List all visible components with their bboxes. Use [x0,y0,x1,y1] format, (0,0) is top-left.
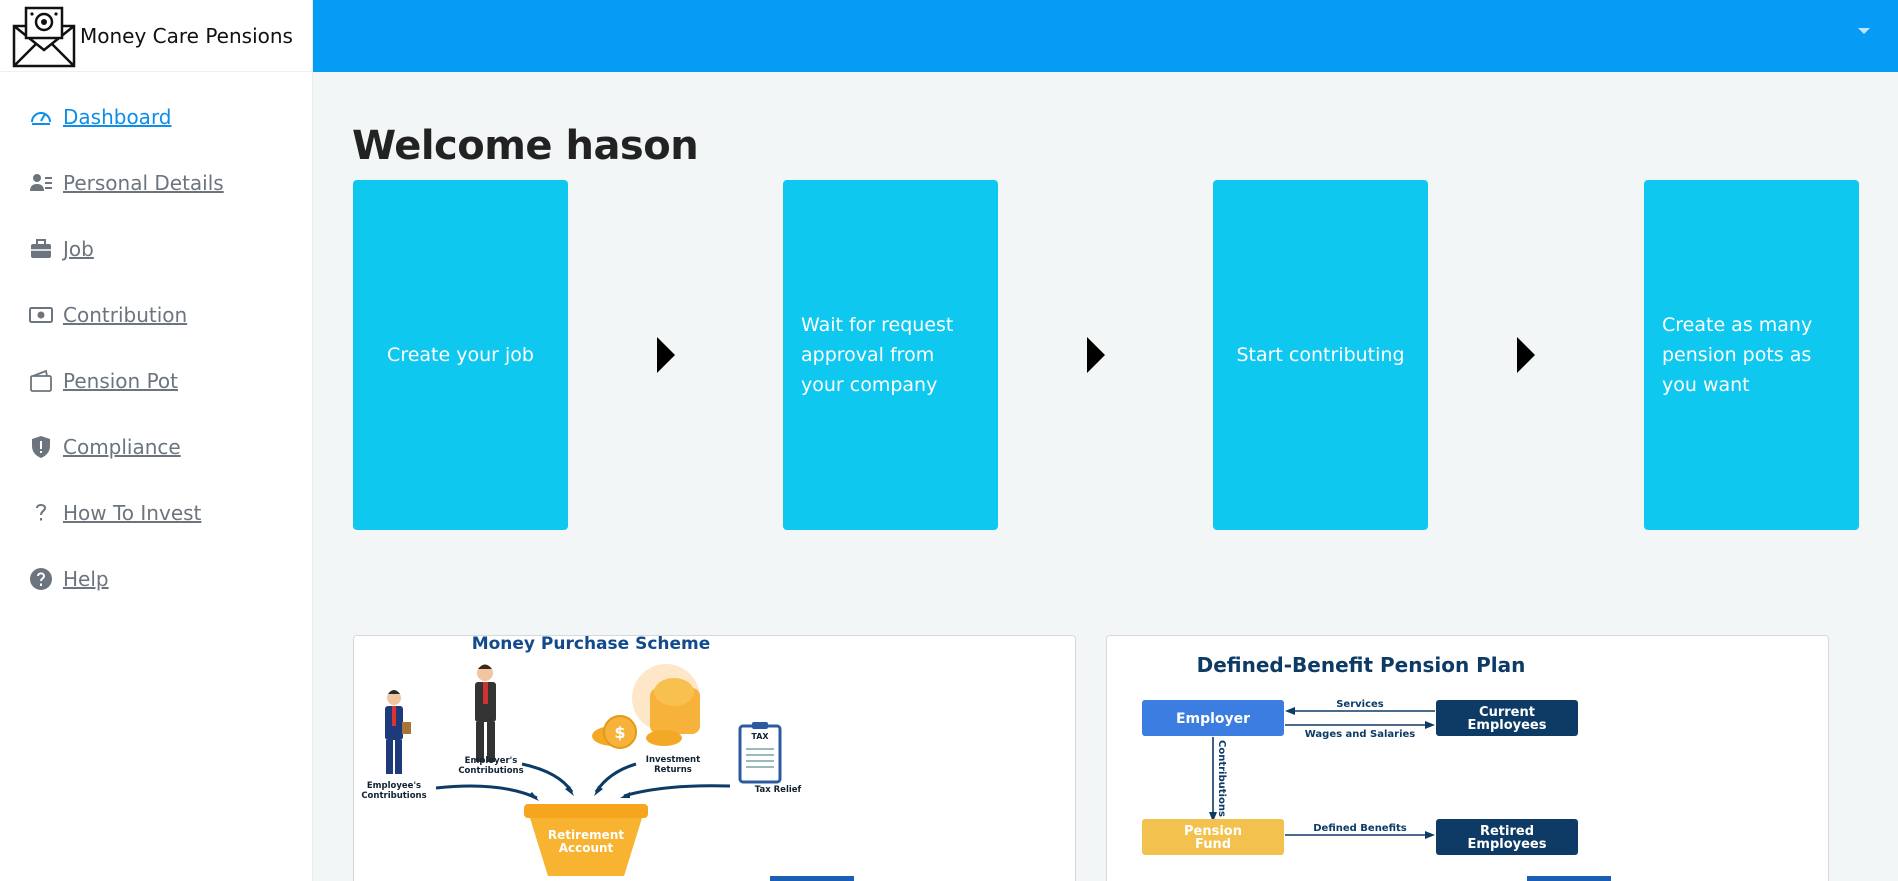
sidebar: Money Care Pensions Dashboard Personal D… [0,0,313,881]
tax-clipboard-icon [738,722,782,784]
step-arrow-icon [657,337,675,373]
diagram-title: Money Purchase Scheme [472,636,711,654]
briefcase-icon [29,237,53,261]
step-text: Create your job [387,344,534,366]
step-arrow-icon [1087,337,1105,373]
dashboard-icon [29,105,53,129]
sidebar-item-job[interactable]: Job [0,216,312,282]
sidebar-item-contribution[interactable]: Contribution [0,282,312,348]
employee-contrib-line2: Contributions [361,791,426,801]
step-arrow-icon [1517,337,1535,373]
tax-label: TAX [751,732,769,741]
retirement-line2: Account [559,841,614,855]
user-menu-caret-icon[interactable] [1858,28,1870,34]
defined-benefits-label: Defined Benefits [1313,823,1407,834]
retirement-line1: Retirement [548,828,624,842]
sidebar-item-label: Pension Pot [63,369,178,393]
investment-line2: Returns [654,765,692,775]
employee-contrib-line1: Employee's [367,781,421,791]
help-circle-icon [29,567,53,591]
sidebar-item-dashboard[interactable]: Dashboard [0,84,312,150]
pension-fund-line2: Fund [1195,837,1231,852]
current-employees-line2: Employees [1468,718,1547,733]
page-title: Welcome hason [352,123,699,169]
sidebar-item-help[interactable]: Help [0,546,312,612]
sidebar-item-compliance[interactable]: Compliance [0,414,312,480]
question-icon [29,501,53,525]
services-label: Services [1336,699,1384,710]
money-purchase-diagram: Money Purchase Scheme Employee's Contrib… [354,636,859,881]
employer-contrib-line1: Employer's [465,756,518,766]
defined-benefit-plan-card: Defined-Benefit Pension Plan Employer Cu… [1106,635,1829,881]
envelope-money-logo-icon [12,4,76,68]
sidebar-item-label: Job [63,237,94,261]
step-text: Create as many pension pots as you want [1662,314,1813,396]
user-details-icon [29,171,53,195]
employer-contrib-line2: Contributions [458,766,523,776]
cash-icon [29,303,53,327]
diagram-title: Defined-Benefit Pension Plan [1197,653,1526,677]
sidebar-item-label: Compliance [63,435,181,459]
sidebar-item-label: Contribution [63,303,188,327]
brand[interactable]: Money Care Pensions [0,0,312,72]
defined-benefit-diagram: Defined-Benefit Pension Plan Employer Cu… [1107,636,1612,881]
employer-label: Employer [1176,711,1250,727]
step-text: Wait for request approval from your comp… [801,314,954,396]
svg-text:$: $ [614,723,625,742]
sidebar-item-label: Dashboard [63,105,172,129]
contributions-label: Contributions [1216,740,1227,817]
sidebar-item-label: Help [63,567,109,591]
sidebar-item-pension-pot[interactable]: Pension Pot [0,348,312,414]
step-text: Start contributing [1236,344,1405,366]
wages-label: Wages and Salaries [1305,729,1416,740]
step-card-start-contributing: Start contributing [1213,180,1428,530]
sidebar-item-label: How To Invest [63,501,202,525]
shield-icon [29,435,53,459]
sidebar-item-personal-details[interactable]: Personal Details [0,150,312,216]
wallet-icon [29,369,53,393]
tax-relief-label: Tax Relief [755,785,802,795]
retired-employees-line2: Employees [1468,837,1547,852]
sidebar-item-how-to-invest[interactable]: How To Invest [0,480,312,546]
sidebar-nav: Dashboard Personal Details Job Contribut… [0,84,312,612]
step-card-create-job: Create your job [353,180,568,530]
brand-name: Money Care Pensions [80,23,293,48]
top-navbar [313,0,1898,72]
step-card-create-pots: Create as many pension pots as you want [1644,180,1859,530]
money-purchase-scheme-card: Money Purchase Scheme Employee's Contrib… [353,635,1076,881]
investment-line1: Investment [646,755,700,765]
step-card-wait-approval: Wait for request approval from your comp… [783,180,998,530]
sidebar-item-label: Personal Details [63,171,224,195]
